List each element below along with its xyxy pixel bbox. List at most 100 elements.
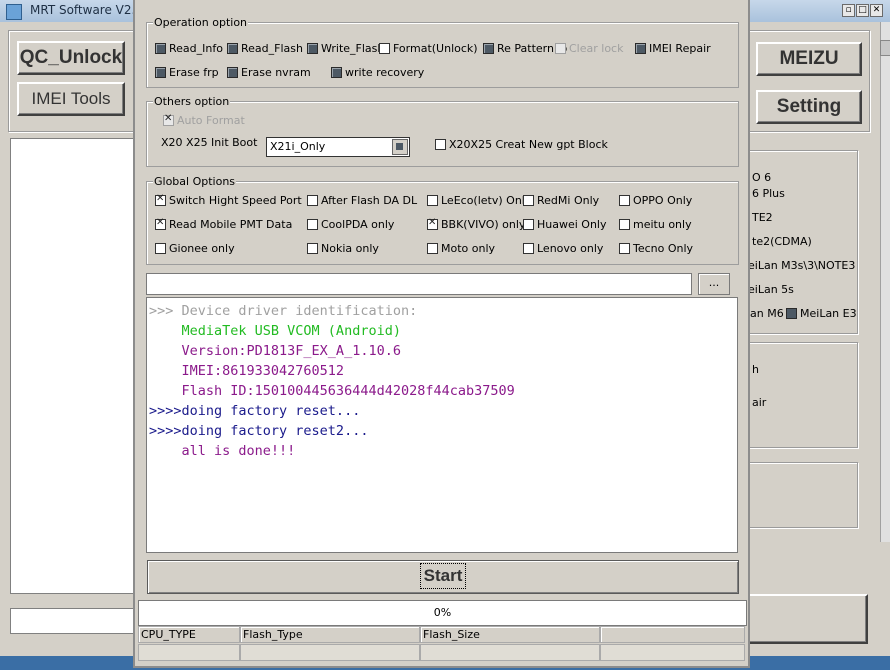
checkbox-box[interactable]	[619, 219, 630, 230]
checkbox-box[interactable]	[307, 219, 318, 230]
checkbox-box[interactable]	[523, 195, 534, 206]
file-path-input[interactable]	[146, 273, 692, 295]
bbk-vivo-only-checkbox[interactable]: BBK(VIVO) only	[427, 217, 526, 231]
redmi-only-checkbox[interactable]: RedMi Only	[523, 194, 599, 207]
log-line: MediaTek USB VCOM (Android)	[149, 323, 401, 339]
checkbox-label: Erase frp	[169, 66, 219, 79]
moto-only-checkbox[interactable]: Moto only	[427, 242, 495, 255]
checkbox-box[interactable]	[427, 217, 438, 230]
gpt-block-checkbox[interactable]: X20X25 Creat New gpt Block	[435, 138, 608, 151]
checkbox-box[interactable]	[483, 43, 494, 54]
checkbox-box[interactable]	[307, 43, 318, 54]
checkbox-box[interactable]	[155, 193, 166, 206]
init-boot-value: X21i_Only	[270, 140, 326, 153]
checkbox-label: Read_Info	[169, 42, 223, 55]
left-status-field[interactable]	[10, 608, 136, 634]
checkbox-label: X20X25 Creat New gpt Block	[449, 138, 608, 151]
checkbox-label: RedMi Only	[537, 194, 600, 207]
init-boot-select[interactable]: X21i_Only	[266, 137, 410, 157]
progress-bar: 0%	[138, 600, 747, 626]
checkbox-label: Format(Unlock)	[393, 42, 478, 55]
scrollbar-thumb[interactable]	[880, 40, 890, 56]
model-label: eiLan 5s	[748, 283, 794, 296]
read-flash-checkbox[interactable]: Read_Flash	[227, 42, 303, 55]
progress-text: 0%	[433, 606, 452, 619]
maximize-icon[interactable]: □	[856, 4, 869, 17]
checkbox-label: Read Mobile PMT Data	[169, 218, 293, 231]
start-button[interactable]: Start	[147, 560, 739, 594]
huawei-only-checkbox[interactable]: Huawei Only	[523, 218, 607, 231]
right-group-3	[748, 462, 858, 528]
read-mobile-pmt-checkbox[interactable]: Read Mobile PMT Data	[155, 217, 293, 231]
log-output[interactable]: >>> Device driver identification: MediaT…	[146, 297, 738, 553]
erase-frp-checkbox[interactable]: Erase frp	[155, 66, 219, 79]
others-option-group	[146, 101, 739, 167]
checkbox-box[interactable]	[307, 195, 318, 206]
log-line: IMEI:861933042760512	[149, 363, 345, 379]
model-label: an M6	[750, 307, 784, 320]
right-group-2	[748, 342, 858, 448]
model-checkbox[interactable]	[786, 308, 797, 319]
tecno-only-checkbox[interactable]: Tecno Only	[619, 242, 693, 255]
oppo-only-checkbox[interactable]: OPPO Only	[619, 194, 692, 207]
browse-button[interactable]: ...	[698, 273, 730, 295]
auto-format-checkbox: Auto Format	[163, 113, 245, 127]
checkbox-box[interactable]	[227, 43, 238, 54]
right-bottom-button[interactable]	[748, 594, 868, 644]
write-flash-checkbox[interactable]: Write_Flash	[307, 42, 384, 55]
read-info-checkbox[interactable]: Read_Info	[155, 42, 223, 55]
leeco-only-checkbox[interactable]: LeEco(letv) Only	[427, 194, 531, 207]
gionee-only-checkbox[interactable]: Gionee only	[155, 242, 235, 255]
coolpda-only-checkbox[interactable]: CoolPDA only	[307, 218, 394, 231]
format-unlock-checkbox[interactable]: Format(Unlock)	[379, 42, 478, 55]
checkbox-box[interactable]	[155, 67, 166, 78]
right-group-label: air	[752, 396, 767, 409]
checkbox-box[interactable]	[523, 219, 534, 230]
checkbox-label: Nokia only	[321, 242, 379, 255]
checkbox-label: BBK(VIVO) only	[441, 218, 526, 231]
setting-button[interactable]: Setting	[756, 90, 862, 124]
meizu-button[interactable]: MEIZU	[756, 42, 862, 76]
switch-high-speed-port-checkbox[interactable]: Switch Hight Speed Port	[155, 193, 302, 207]
checkbox-box[interactable]	[635, 43, 646, 54]
model-label: te2(CDMA)	[752, 235, 812, 248]
table-cell	[600, 644, 745, 661]
checkbox-box[interactable]	[155, 243, 166, 254]
scrollbar[interactable]	[880, 22, 890, 542]
checkbox-box[interactable]	[155, 43, 166, 54]
checkbox-box[interactable]	[227, 67, 238, 78]
after-flash-da-dl-checkbox[interactable]: After Flash DA DL	[307, 194, 417, 207]
checkbox-label: Moto only	[441, 242, 496, 255]
imei-repair-checkbox[interactable]: IMEI Repair	[635, 42, 711, 55]
left-device-list[interactable]	[10, 138, 134, 594]
meitu-only-checkbox[interactable]: meitu only	[619, 218, 692, 231]
close-icon[interactable]: ✕	[870, 4, 883, 17]
qc-unlock-button[interactable]: QC_Unlock	[17, 41, 125, 75]
model-label: eiLan M3s\3\NOTE3	[748, 259, 856, 272]
minimize-icon[interactable]: ▫	[842, 4, 855, 17]
write-recovery-checkbox[interactable]: write recovery	[331, 66, 424, 79]
checkbox-box[interactable]	[427, 195, 438, 206]
device-info-table: CPU_TYPE Flash_Type Flash_Size	[138, 626, 745, 662]
checkbox-box[interactable]	[307, 243, 318, 254]
checkbox-box[interactable]	[379, 43, 390, 54]
imei-tools-button[interactable]: IMEI Tools	[17, 82, 125, 116]
column-header-extra	[600, 626, 745, 643]
checkbox-label: After Flash DA DL	[321, 194, 418, 207]
checkbox-box[interactable]	[619, 243, 630, 254]
checkbox-label: IMEI Repair	[649, 42, 711, 55]
model-label: TE2	[752, 211, 773, 224]
nokia-only-checkbox[interactable]: Nokia only	[307, 242, 379, 255]
lenovo-only-checkbox[interactable]: Lenovo only	[523, 242, 603, 255]
erase-nvram-checkbox[interactable]: Erase nvram	[227, 66, 311, 79]
checkbox-box[interactable]	[523, 243, 534, 254]
checkbox-box[interactable]	[435, 139, 446, 150]
model-label: 6 Plus	[752, 187, 785, 200]
checkbox-label: meitu only	[633, 218, 692, 231]
checkbox-label: OPPO Only	[633, 194, 693, 207]
checkbox-box[interactable]	[619, 195, 630, 206]
checkbox-box[interactable]	[155, 217, 166, 230]
checkbox-box[interactable]	[331, 67, 342, 78]
checkbox-box[interactable]	[427, 243, 438, 254]
dropdown-icon[interactable]	[392, 139, 408, 155]
